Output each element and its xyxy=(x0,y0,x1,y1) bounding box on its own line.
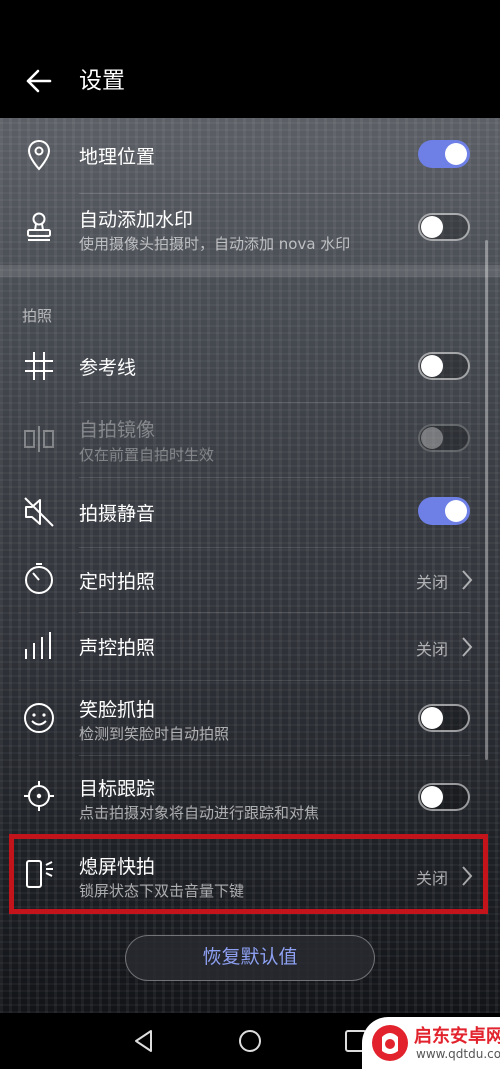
smile-capture-toggle[interactable] xyxy=(418,704,470,732)
setting-voice-capture[interactable]: 声控拍照 关闭 xyxy=(0,612,500,680)
chevron-right-icon xyxy=(462,637,473,657)
selfie-mirror-label: 自拍镜像 xyxy=(79,419,156,441)
setting-auto-watermark[interactable]: 自动添加水印 使用摄像头拍摄时，自动添加 nova 水印 xyxy=(0,193,500,265)
smile-capture-label: 笑脸抓拍 xyxy=(79,699,156,721)
auto-watermark-label: 自动添加水印 xyxy=(79,209,194,231)
mirror-icon xyxy=(24,426,54,452)
selfie-mirror-description: 仅在前置自拍时生效 xyxy=(79,446,215,464)
timer-value: 关闭 xyxy=(415,573,448,592)
page-title: 设置 xyxy=(79,68,125,94)
shutter-mute-toggle[interactable] xyxy=(418,497,470,525)
sound-bars-icon xyxy=(25,632,51,659)
setting-shutter-mute[interactable]: 拍摄静音 xyxy=(0,477,500,547)
scrollbar[interactable] xyxy=(485,240,488,760)
site-watermark: 启东安卓网 www.qdtdu.com xyxy=(362,1017,500,1069)
object-tracking-toggle[interactable] xyxy=(418,783,470,811)
setting-selfie-mirror[interactable]: 自拍镜像 仅在前置自拍时生效 xyxy=(0,402,500,477)
watermark-site-url: www.qdtdu.com xyxy=(416,1047,500,1061)
smile-face-icon xyxy=(24,703,54,733)
shutter-mute-label: 拍摄静音 xyxy=(79,503,156,525)
nav-home-circle-icon[interactable] xyxy=(237,1028,263,1054)
auto-watermark-toggle[interactable] xyxy=(418,213,470,241)
gridlines-label: 参考线 xyxy=(79,357,137,379)
target-crosshair-icon xyxy=(24,781,54,811)
stamp-icon xyxy=(27,212,51,241)
nav-back-triangle-icon[interactable] xyxy=(131,1028,157,1054)
timer-icon xyxy=(25,563,53,594)
setting-timer[interactable]: 定时拍照 关闭 xyxy=(0,547,500,612)
setting-gridlines[interactable]: 参考线 xyxy=(0,330,500,402)
location-label: 地理位置 xyxy=(79,146,156,168)
back-arrow-icon[interactable] xyxy=(24,66,54,96)
highlight-box xyxy=(9,834,488,914)
location-pin-icon xyxy=(27,139,51,171)
auto-watermark-description: 使用摄像头拍摄时，自动添加 nova 水印 xyxy=(79,235,351,253)
grid-icon xyxy=(25,352,53,380)
object-tracking-description: 点击拍摄对象将自动进行跟踪和对焦 xyxy=(79,804,320,822)
section-header-photo: 拍照 xyxy=(22,307,53,325)
setting-object-tracking[interactable]: 目标跟踪 点击拍摄对象将自动进行跟踪和对焦 xyxy=(0,755,500,834)
selfie-mirror-toggle[interactable] xyxy=(418,424,470,452)
gridlines-toggle[interactable] xyxy=(418,352,470,380)
setting-smile-capture[interactable]: 笑脸抓拍 检测到笑脸时自动拍照 xyxy=(0,680,500,755)
voice-capture-label: 声控拍照 xyxy=(79,637,156,659)
setting-location[interactable]: 地理位置 xyxy=(0,118,500,193)
smile-capture-description: 检测到笑脸时自动拍照 xyxy=(79,725,230,743)
location-toggle[interactable] xyxy=(418,140,470,168)
timer-label: 定时拍照 xyxy=(79,571,156,593)
voice-capture-value: 关闭 xyxy=(415,640,448,659)
chevron-right-icon xyxy=(462,570,473,590)
watermark-logo-icon xyxy=(372,1025,408,1061)
speaker-muted-icon xyxy=(24,497,54,527)
settings-header: 设置 xyxy=(0,0,500,118)
watermark-site-name: 启东安卓网 xyxy=(414,1026,500,1047)
background-band xyxy=(0,265,500,277)
restore-defaults-button[interactable]: 恢复默认值 xyxy=(125,935,375,981)
object-tracking-label: 目标跟踪 xyxy=(79,778,156,800)
